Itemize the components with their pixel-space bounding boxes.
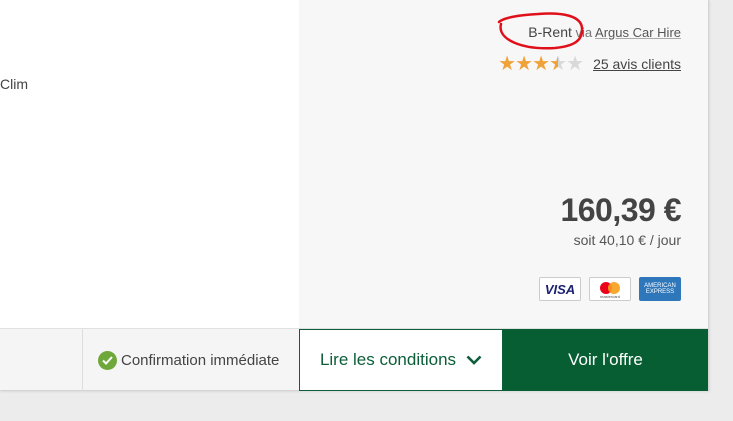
mastercard-label: mastercard: [599, 294, 620, 299]
confirmation-label: Confirmation immédiate: [121, 351, 280, 369]
price-per-day: soit 40,10 € / jour: [573, 232, 681, 248]
offer-price-panel: B-Rent via Argus Car Hire ★ ★ ★ ★ ★ 25 a…: [299, 0, 708, 328]
read-conditions-button[interactable]: Lire les conditions: [299, 329, 503, 391]
offer-details-panel: Clim: [0, 0, 299, 328]
star-half-icon: ★: [549, 54, 567, 74]
chevron-down-icon: [466, 355, 482, 365]
visa-label: VISA: [544, 281, 576, 297]
star-full-icon: ★: [515, 53, 533, 75]
amex-label: AMERICAN EXPRESS: [644, 283, 676, 295]
supplier-info: B-Rent via Argus Car Hire: [528, 24, 681, 40]
agency-link[interactable]: Argus Car Hire: [595, 25, 681, 40]
reviews-link[interactable]: 25 avis clients: [593, 56, 681, 72]
star-empty-icon: ★: [566, 53, 584, 75]
total-price: 160,39 €: [560, 192, 681, 228]
via-label: via: [575, 25, 593, 40]
amex-icon: AMERICAN EXPRESS: [639, 277, 681, 301]
star-full-icon: ★: [532, 53, 550, 75]
view-offer-button[interactable]: Voir l'offre: [503, 329, 708, 391]
read-conditions-label: Lire les conditions: [319, 350, 457, 369]
footer-divider: [82, 329, 83, 391]
offer-card: Clim B-Rent via Argus Car Hire ★ ★ ★ ★ ★…: [0, 0, 709, 391]
supplier-name: B-Rent: [528, 24, 572, 40]
payment-methods: VISA mastercard AMERICAN EXPRESS: [539, 277, 681, 301]
instant-confirmation: Confirmation immédiate: [98, 329, 279, 391]
check-circle-icon: [98, 350, 117, 370]
mastercard-icon: mastercard: [589, 277, 631, 301]
star-full-icon: ★: [498, 53, 516, 75]
offer-footer: Confirmation immédiate Lire les conditio…: [0, 328, 708, 391]
visa-icon: VISA: [539, 277, 581, 301]
rating-row: ★ ★ ★ ★ ★ 25 avis clients: [498, 54, 681, 74]
feature-aircon: Clim: [0, 76, 28, 92]
rating-stars: ★ ★ ★ ★ ★: [498, 53, 584, 75]
